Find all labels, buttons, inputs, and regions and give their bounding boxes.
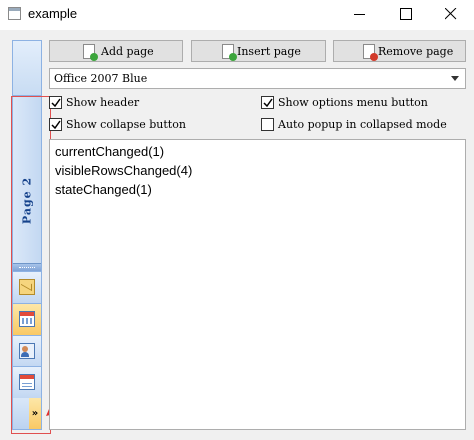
nav-button-tasks[interactable] [13,366,41,398]
checkbox-box [261,118,274,131]
minimize-button[interactable] [337,0,383,30]
checkbox-label: Show collapse button [66,118,186,131]
mail-icon [19,279,35,295]
navbar-footer: » [13,398,41,429]
nav-button-calendar[interactable] [13,303,41,335]
navbar-header[interactable] [13,41,41,96]
signal-log[interactable]: currentChanged(1) visibleRowsChanged(4) … [49,139,466,430]
add-page-button[interactable]: Add page [49,40,183,62]
remove-page-label: Remove page [378,45,454,58]
checkbox-box [49,118,62,131]
close-button[interactable] [428,0,474,30]
insert-page-button[interactable]: Insert page [191,40,326,62]
remove-page-button[interactable]: Remove page [333,40,466,62]
nav-button-mail[interactable] [13,271,41,303]
checkmark-icon [51,98,61,108]
maximize-button[interactable] [383,0,429,30]
log-line: stateChanged(1) [55,182,152,197]
contacts-icon [19,343,35,359]
tasks-icon [19,374,35,390]
app-icon [8,7,21,20]
add-page-label: Add page [101,45,154,58]
insert-page-icon [222,44,237,61]
chevron-down-icon [451,76,459,81]
close-icon [445,8,457,20]
checkbox-label: Auto popup in collapsed mode [278,118,447,131]
navigation-bar: Page 2 » [12,40,42,430]
remove-page-icon [363,44,378,61]
checkmark-icon [263,98,273,108]
log-line: currentChanged(1) [55,144,165,159]
checkbox-label: Show options menu button [278,96,428,109]
style-combobox[interactable]: Office 2007 Blue [49,68,466,89]
nav-button-contacts[interactable] [13,335,41,367]
add-page-icon [83,44,98,61]
style-combobox-value: Office 2007 Blue [54,72,148,85]
current-page-label: Page 2 [20,176,34,225]
insert-page-label: Insert page [237,45,301,58]
title-bar: example [0,0,474,30]
checkbox-label: Show header [66,96,140,109]
checkmark-icon [51,120,61,130]
log-line: visibleRowsChanged(4) [55,163,193,178]
calendar-icon [19,311,35,327]
checkbox-box [49,96,62,109]
checkbox-box [261,96,274,109]
window-title: example [28,6,78,21]
navbar-splitter[interactable] [13,263,41,271]
